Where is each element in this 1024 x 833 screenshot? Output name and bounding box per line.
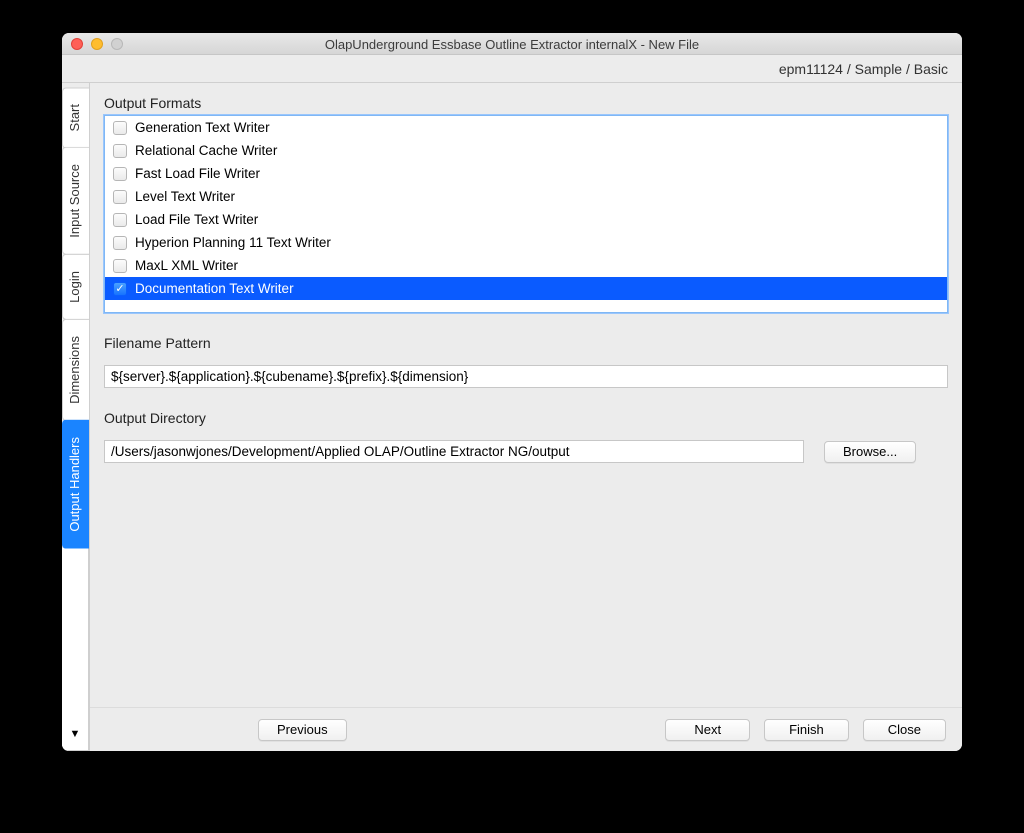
- list-item[interactable]: Generation Text Writer: [105, 116, 947, 139]
- close-window-icon[interactable]: [71, 38, 83, 50]
- window-controls: [71, 38, 123, 50]
- output-formats-label: Output Formats: [104, 95, 948, 111]
- tab-dimensions[interactable]: Dimensions: [62, 319, 89, 421]
- list-item-label: Relational Cache Writer: [135, 143, 277, 158]
- window-body: Start Input Source Login Dimensions Outp…: [62, 83, 962, 751]
- tab-output-handlers[interactable]: Output Handlers: [62, 420, 89, 549]
- list-item[interactable]: ✓ Documentation Text Writer: [105, 277, 947, 300]
- list-item-label: MaxL XML Writer: [135, 258, 238, 273]
- output-directory-input[interactable]: [104, 440, 804, 463]
- list-item-label: Load File Text Writer: [135, 212, 258, 227]
- tab-input-source[interactable]: Input Source: [62, 147, 89, 255]
- filename-pattern-label: Filename Pattern: [104, 335, 948, 351]
- window-title: OlapUnderground Essbase Outline Extracto…: [62, 35, 962, 52]
- next-button[interactable]: Next: [665, 719, 750, 741]
- checkbox-icon[interactable]: [113, 167, 127, 181]
- tab-start[interactable]: Start: [62, 87, 89, 148]
- checkbox-icon[interactable]: [113, 121, 127, 135]
- checkbox-icon[interactable]: [113, 144, 127, 158]
- minimize-window-icon[interactable]: [91, 38, 103, 50]
- browse-button[interactable]: Browse...: [824, 441, 916, 463]
- wizard-footer: Previous Next Finish Close: [90, 707, 962, 751]
- checkbox-icon[interactable]: ✓: [113, 282, 127, 296]
- list-item[interactable]: Level Text Writer: [105, 185, 947, 208]
- app-window: OlapUnderground Essbase Outline Extracto…: [62, 33, 962, 751]
- zoom-window-icon[interactable]: [111, 38, 123, 50]
- list-item[interactable]: Fast Load File Writer: [105, 162, 947, 185]
- list-item[interactable]: Load File Text Writer: [105, 208, 947, 231]
- list-item[interactable]: Relational Cache Writer: [105, 139, 947, 162]
- list-item-label: Generation Text Writer: [135, 120, 270, 135]
- list-item-label: Documentation Text Writer: [135, 281, 294, 296]
- output-directory-label: Output Directory: [104, 410, 948, 426]
- filename-pattern-input[interactable]: [104, 365, 948, 388]
- breadcrumb: epm11124 / Sample / Basic: [62, 55, 962, 83]
- main-panel: Output Formats Generation Text Writer Re…: [90, 83, 962, 751]
- titlebar: OlapUnderground Essbase Outline Extracto…: [62, 33, 962, 55]
- close-button[interactable]: Close: [863, 719, 946, 741]
- checkbox-icon[interactable]: [113, 213, 127, 227]
- side-tabs: Start Input Source Login Dimensions Outp…: [62, 83, 90, 751]
- tab-overflow[interactable]: ▼: [62, 548, 89, 751]
- list-item-label: Level Text Writer: [135, 189, 235, 204]
- checkbox-icon[interactable]: [113, 259, 127, 273]
- checkbox-icon[interactable]: [113, 190, 127, 204]
- previous-button[interactable]: Previous: [258, 719, 347, 741]
- list-item[interactable]: MaxL XML Writer: [105, 254, 947, 277]
- tab-login[interactable]: Login: [62, 254, 89, 320]
- checkbox-icon[interactable]: [113, 236, 127, 250]
- list-item-label: Fast Load File Writer: [135, 166, 260, 181]
- list-item-label: Hyperion Planning 11 Text Writer: [135, 235, 331, 250]
- finish-button[interactable]: Finish: [764, 719, 849, 741]
- list-item[interactable]: Hyperion Planning 11 Text Writer: [105, 231, 947, 254]
- output-formats-list[interactable]: Generation Text Writer Relational Cache …: [104, 115, 948, 313]
